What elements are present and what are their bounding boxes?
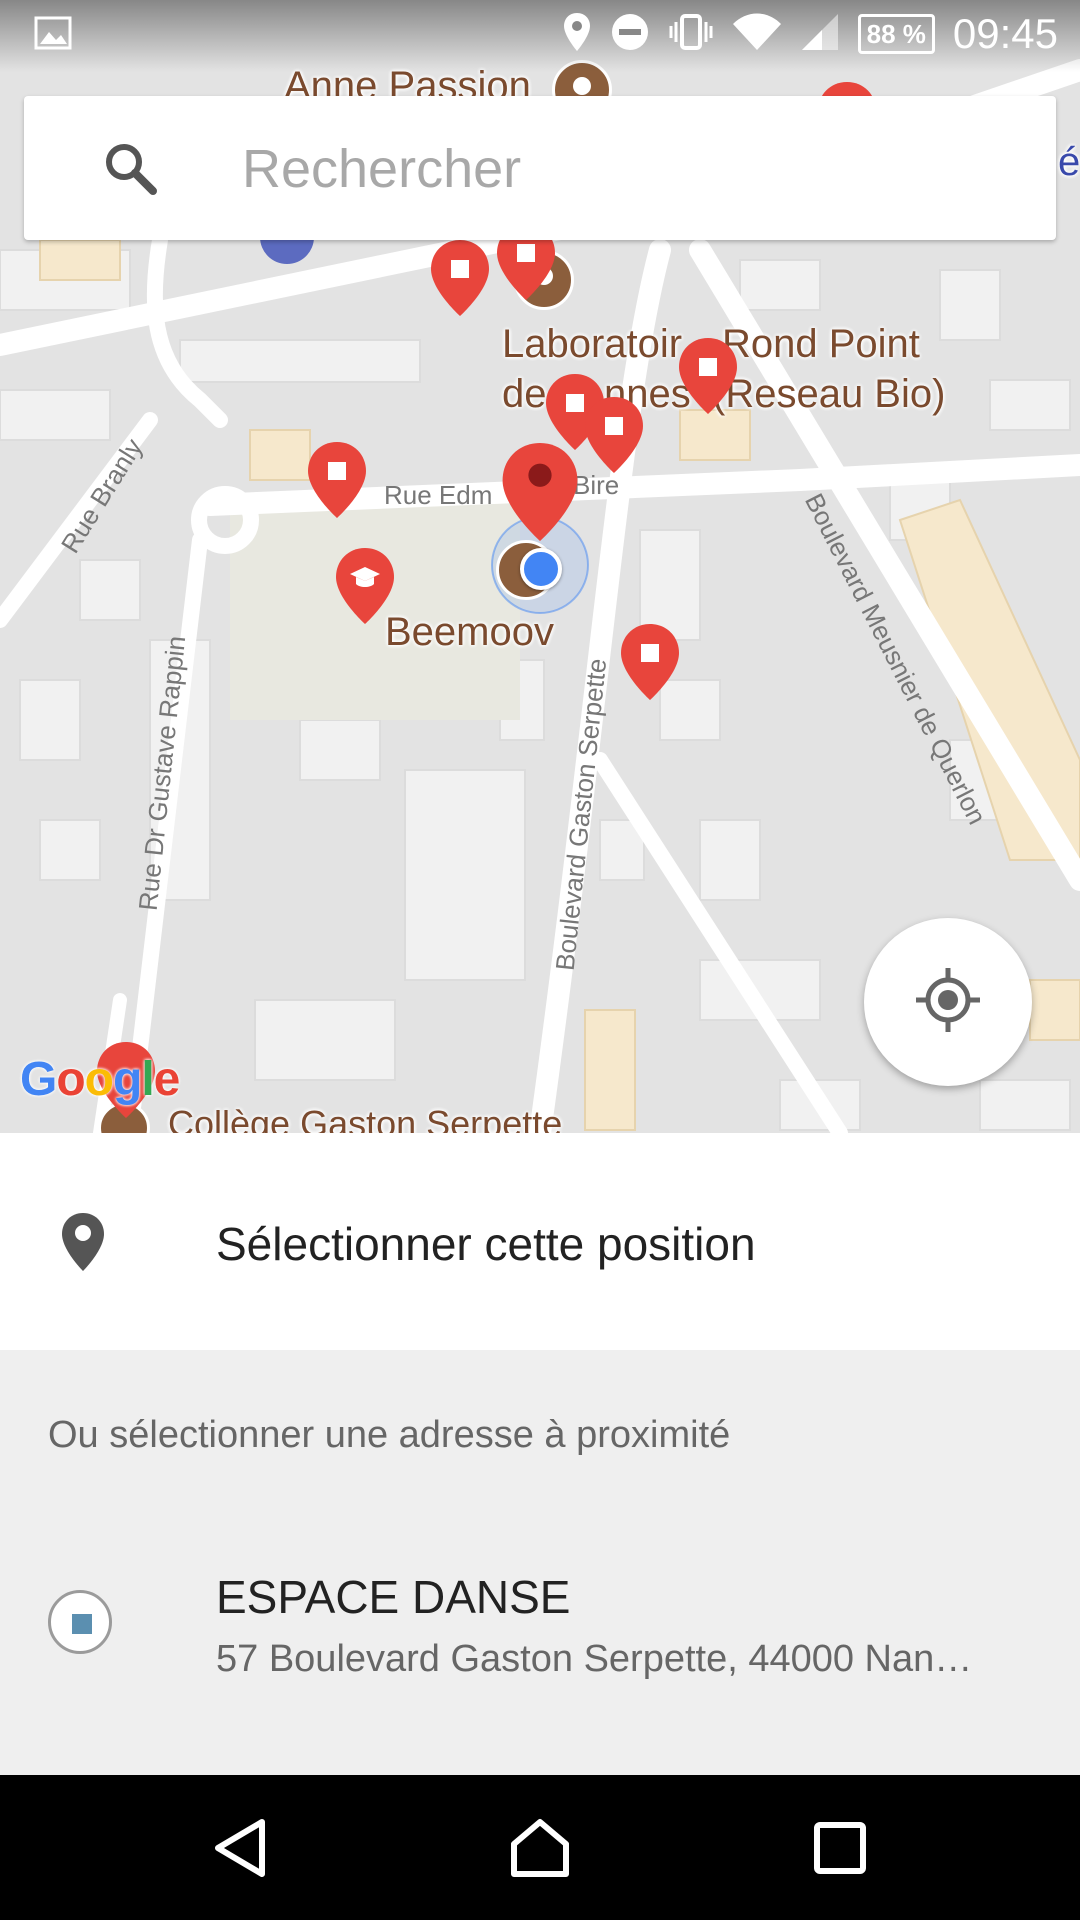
google-logo-letter: o <box>56 1053 85 1106</box>
google-logo-letter: G <box>20 1053 57 1106</box>
navigation-bar <box>0 1775 1080 1920</box>
map-pin-1[interactable] <box>429 238 491 318</box>
home-button[interactable] <box>450 1775 630 1920</box>
place-radio-icon[interactable] <box>48 1590 112 1654</box>
google-logo-letter: e <box>153 1053 181 1106</box>
map-pin-4[interactable] <box>583 395 645 475</box>
place-address: 57 Boulevard Gaston Serpette, 44000 Nan… <box>216 1638 973 1680</box>
selected-location-pin[interactable] <box>500 440 580 544</box>
poi-label-reseau-bio[interactable]: (Reseau Bio) <box>712 372 945 417</box>
map-pin-school[interactable] <box>334 546 396 626</box>
poi-label-college-gaston-serpette[interactable]: Collège Gaston Serpette <box>168 1103 562 1133</box>
select-position-label: Sélectionner cette position <box>216 1218 756 1270</box>
recents-button[interactable] <box>750 1775 930 1920</box>
nearby-header: Ou sélectionner une adresse à proximité <box>48 1414 731 1456</box>
do-not-disturb-icon <box>610 12 650 57</box>
signal-icon <box>800 12 840 57</box>
place-pin-icon <box>60 1211 106 1278</box>
select-position-row[interactable]: Sélectionner cette position <box>0 1133 1080 1350</box>
clock: 09:45 <box>952 10 1058 57</box>
status-bar: 88 % 09:45 <box>0 0 1080 72</box>
google-logo: Google <box>20 1052 181 1107</box>
home-icon <box>511 1818 569 1877</box>
location-icon <box>562 11 592 58</box>
place-name: ESPACE DANSE <box>216 1571 571 1623</box>
poi-label-laboratoire[interactable]: Laboratoir <box>502 322 682 367</box>
battery-indicator: 88 % <box>857 14 935 54</box>
gallery-icon <box>34 16 72 55</box>
wifi-icon <box>732 12 782 57</box>
current-location-dot <box>520 548 562 590</box>
vibrate-icon <box>668 12 714 57</box>
recents-square-icon <box>814 1821 866 1874</box>
back-triangle-icon <box>215 1818 265 1877</box>
back-button[interactable] <box>150 1775 330 1920</box>
google-logo-letter: g <box>113 1053 142 1106</box>
list-item[interactable]: ESPACE DANSE 57 Boulevard Gaston Serpett… <box>0 1530 1080 1750</box>
edge-label: é <box>1058 140 1080 184</box>
poi-label-de[interactable]: de <box>502 372 547 417</box>
search-input[interactable] <box>240 126 1024 212</box>
poi-label-rond-point[interactable]: Rond Point <box>722 322 920 367</box>
search-bar[interactable] <box>24 96 1056 240</box>
poi-label-beemoov[interactable]: Beemoov <box>385 610 554 655</box>
google-logo-letter: l <box>141 1053 154 1106</box>
search-icon[interactable] <box>102 140 158 201</box>
nearby-addresses-section: Ou sélectionner une adresse à proximité … <box>0 1350 1080 1775</box>
my-location-button[interactable] <box>864 918 1032 1086</box>
street-label-rue-edmond: Rue Edm <box>384 480 493 510</box>
map-pin-5[interactable] <box>677 336 739 416</box>
my-location-icon <box>913 965 983 1040</box>
map-pin-6[interactable] <box>306 440 368 520</box>
map-pin-7[interactable] <box>619 622 681 702</box>
google-logo-letter: o <box>84 1053 114 1106</box>
